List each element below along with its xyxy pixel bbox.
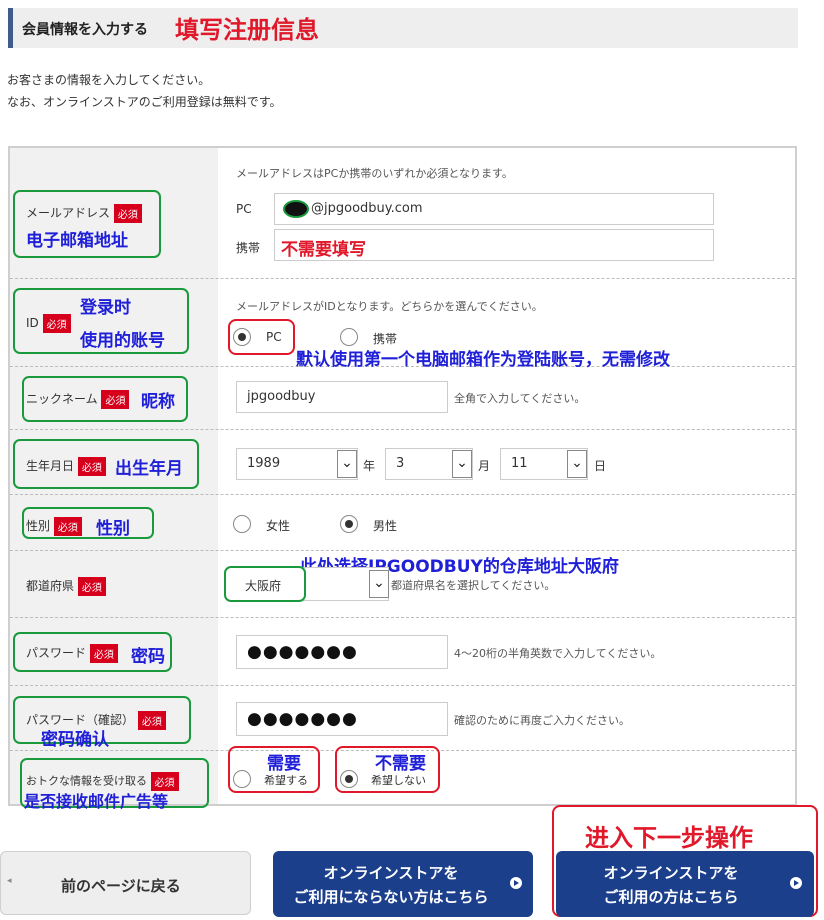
email-mobile-label: 携帯	[236, 241, 261, 255]
birth-day-value: 11	[511, 456, 528, 471]
email-pc-value: @jpgoodbuy.com	[311, 201, 423, 216]
chevron-down-icon: ⌄	[567, 450, 587, 478]
newsletter-no-radio[interactable]	[340, 770, 358, 788]
redaction-blob	[283, 200, 309, 218]
nickname-input[interactable]: jpgoodbuy	[236, 381, 448, 413]
id-pc-label[interactable]: PC	[266, 330, 282, 344]
password-confirm-value: ●●●●●●●	[247, 709, 358, 729]
required-badge: 必須	[101, 390, 130, 409]
back-button[interactable]: ◂ 前のページに戻る	[0, 851, 251, 915]
prefecture-value: 大阪府	[245, 579, 282, 593]
required-badge: 必須	[42, 314, 71, 333]
password-confirm-annotation: 密码确认	[41, 730, 109, 750]
prefecture-label: 都道府県 必須	[26, 577, 106, 596]
row-divider	[10, 685, 795, 686]
nickname-value: jpgoodbuy	[247, 389, 316, 404]
row-divider	[10, 617, 795, 618]
id-label: ID 必須	[26, 314, 71, 333]
row-divider	[10, 429, 795, 430]
nickname-hint: 全角で入力してください。	[454, 392, 586, 405]
newsletter-annotation: 是否接收邮件广告等	[24, 792, 169, 811]
day-unit: 日	[594, 459, 607, 473]
birth-year-select[interactable]: 1989 ⌄	[236, 448, 358, 480]
password-input[interactable]: ●●●●●●●	[236, 635, 448, 669]
gender-female-radio[interactable]	[233, 515, 251, 533]
password-label: パスワード 必須	[26, 644, 118, 663]
title-annotation: 填写注册信息	[175, 16, 319, 44]
id-annotation-line1: 登录时	[80, 298, 131, 318]
required-badge: 必須	[113, 204, 142, 223]
email-note: メールアドレスはPCか携帯のいずれか必須となります。	[236, 167, 513, 180]
chevron-down-icon: ⌄	[337, 450, 357, 478]
prefecture-hint: 都道府県名を選択してください。	[391, 579, 556, 592]
birth-day-select[interactable]: 11 ⌄	[500, 448, 588, 480]
birth-month-select[interactable]: 3 ⌄	[385, 448, 473, 480]
chevron-down-icon: ⌄	[452, 450, 472, 478]
email-pc-label: PC	[236, 202, 252, 216]
birth-year-value: 1989	[247, 456, 281, 471]
guest-continue-button[interactable]: オンラインストアを ご利用にならない方はこちら	[273, 851, 533, 917]
required-badge: 必須	[53, 517, 82, 536]
id-annotation-line2: 使用的账号	[80, 331, 165, 351]
gender-male-label[interactable]: 男性	[373, 517, 397, 534]
password-confirm-hint: 確認のために再度ご入力ください。	[454, 714, 630, 727]
next-step-annotation: 进入下一步操作	[585, 824, 753, 852]
intro-line-1: お客さまの情報を入力してください。	[7, 73, 211, 87]
required-badge: 必須	[77, 577, 106, 596]
birthday-annotation: 出生年月	[115, 459, 183, 479]
email-annotation: 电子邮箱地址	[26, 231, 128, 251]
id-pc-radio[interactable]	[233, 328, 251, 346]
required-badge: 必須	[77, 457, 106, 476]
row-divider	[10, 550, 795, 551]
email-mobile-annotation: 不需要填写	[281, 240, 366, 260]
gender-female-label[interactable]: 女性	[266, 517, 290, 534]
email-label: メールアドレス 必須	[26, 204, 142, 223]
birth-month-value: 3	[396, 456, 405, 471]
member-button-line2: ご利用の方はこちら	[603, 888, 739, 906]
row-divider	[10, 278, 795, 279]
password-confirm-input[interactable]: ●●●●●●●	[236, 702, 448, 736]
password-value: ●●●●●●●	[247, 642, 358, 662]
year-unit: 年	[363, 459, 376, 473]
intro-line-2: なお、オンラインストアのご利用登録は無料です。	[7, 95, 282, 109]
nickname-label: ニックネーム 必須	[26, 390, 130, 409]
required-badge: 必須	[137, 711, 166, 730]
password-annotation: 密码	[131, 647, 165, 667]
required-badge: 必須	[89, 644, 118, 663]
member-continue-button[interactable]: オンラインストアを ご利用の方はこちら	[556, 851, 814, 917]
email-pc-input[interactable]: @jpgoodbuy.com	[274, 193, 714, 225]
newsletter-yes-annotation: 需要	[267, 754, 301, 774]
month-unit: 月	[478, 459, 491, 473]
password-hint: 4〜20桁の半角英数で入力してください。	[454, 647, 662, 660]
newsletter-no-annotation: 不需要	[375, 754, 426, 774]
chevron-down-icon: ⌄	[369, 570, 389, 598]
chevron-left-icon: ◂	[7, 876, 12, 886]
id-note: メールアドレスがIDとなります。どちらかを選んでください。	[236, 300, 543, 313]
arrow-right-icon	[790, 877, 802, 889]
guest-button-line2: ご利用にならない方はこちら	[293, 888, 489, 906]
id-mobile-radio[interactable]	[340, 328, 358, 346]
guest-button-line1: オンラインストアを	[323, 864, 459, 882]
row-divider	[10, 494, 795, 495]
arrow-right-icon	[510, 877, 522, 889]
back-button-label: 前のページに戻る	[61, 877, 181, 895]
gender-male-radio[interactable]	[340, 515, 358, 533]
page-title: 会員情報を入力する	[22, 22, 148, 38]
member-button-line1: オンラインストアを	[603, 864, 739, 882]
gender-annotation: 性别	[96, 519, 130, 539]
newsletter-yes-label[interactable]: 希望する	[264, 772, 308, 788]
id-default-annotation: 默认使用第一个电脑邮箱作为登陆账号，无需修改	[296, 350, 670, 370]
nickname-annotation: 昵称	[141, 392, 175, 412]
newsletter-yes-radio[interactable]	[233, 770, 251, 788]
birthday-label: 生年月日 必須	[26, 457, 106, 476]
newsletter-no-label[interactable]: 希望しない	[371, 772, 426, 788]
gender-label: 性別 必須	[26, 517, 82, 536]
